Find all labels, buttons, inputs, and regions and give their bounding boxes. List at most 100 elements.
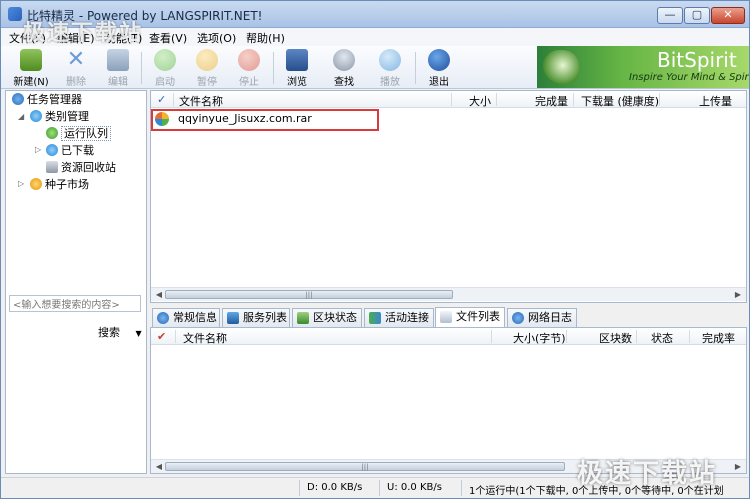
search-label: 搜索 — [98, 326, 120, 339]
stop-label: 停止 — [239, 77, 259, 88]
start-label: 启动 — [155, 77, 175, 88]
tab-label: 文件列表 — [456, 310, 500, 323]
col-downloaded[interactable]: 下载量 (健康度) — [581, 93, 659, 109]
col-block-count[interactable]: 区块数 — [599, 330, 632, 346]
checkmark-icon[interactable]: ✓ — [157, 93, 166, 106]
status-separator — [379, 480, 380, 496]
tree-item-downloaded[interactable]: 已下载 — [46, 142, 94, 159]
search-input[interactable]: <输入想要搜索的内容> — [9, 295, 141, 312]
tab-block-status[interactable]: 区块状态 — [292, 308, 362, 327]
menu-help[interactable]: 帮助(H) — [246, 30, 285, 46]
column-separator — [636, 330, 637, 343]
tab-file-list[interactable]: 文件列表 — [435, 307, 505, 328]
toolbar-separator — [415, 52, 416, 84]
monitor-icon — [286, 49, 308, 71]
browse-button[interactable]: 浏览 — [277, 48, 317, 88]
stop-button[interactable]: 停止 — [229, 48, 269, 88]
collapse-arrow-icon[interactable]: ◢ — [18, 112, 24, 121]
info-icon — [157, 312, 169, 324]
task-list-header: ✓ 文件名称 大小 完成量 下载量 (健康度) 上传量 — [151, 91, 746, 108]
tree-item-category[interactable]: 类别管理 — [30, 108, 89, 125]
tab-general-info[interactable]: 常规信息 — [152, 308, 220, 327]
log-info-icon — [512, 312, 524, 324]
banner-title: BitSpirit — [657, 48, 737, 72]
bitspirit-logo-icon — [543, 50, 579, 84]
column-separator — [173, 93, 174, 106]
seed-market-icon — [30, 178, 42, 190]
tree-item-running-queue[interactable]: 运行队列 — [46, 125, 111, 142]
scroll-right-icon[interactable]: ▶ — [732, 289, 744, 300]
scroll-right-icon[interactable]: ▶ — [732, 461, 744, 472]
toolbar-separator — [273, 52, 274, 84]
tab-server-list[interactable]: 服务列表 — [222, 308, 290, 327]
status-separator — [461, 480, 462, 496]
edit-button[interactable]: 编辑 — [98, 48, 138, 88]
maximize-button[interactable]: ▢ — [684, 7, 710, 24]
status-separator — [299, 480, 300, 496]
col-size-bytes[interactable]: 大小(字节) — [513, 330, 566, 346]
col-completion[interactable]: 完成率 — [702, 330, 735, 346]
column-separator — [496, 93, 497, 106]
col-status[interactable]: 状态 — [651, 330, 673, 346]
col-completed[interactable]: 完成量 — [535, 93, 568, 109]
col-filename[interactable]: 文件名称 — [179, 93, 223, 109]
download-speed: D: 0.0 KB/s — [307, 482, 363, 493]
pause-label: 暂停 — [197, 77, 217, 88]
search-bulb-icon — [333, 49, 355, 71]
file-list: ✔ 文件名称 大小(字节) 区块数 状态 完成率 ◀ ||| ▶ — [150, 327, 747, 474]
watermark-top: 极速下载站 — [23, 21, 144, 46]
highlight-annotation — [151, 109, 379, 131]
column-separator — [491, 330, 492, 343]
exit-label: 退出 — [429, 77, 449, 88]
search-button[interactable]: 搜索 ▼ — [98, 324, 142, 340]
tree-item-recycle-bin[interactable]: 资源回收站 — [46, 159, 116, 176]
file-flag-icon[interactable]: ✔ — [157, 330, 166, 343]
menu-options[interactable]: 选项(O) — [197, 30, 236, 46]
bitspirit-banner[interactable]: BitSpirit Inspire Your Mind & Spirit — [537, 46, 749, 88]
tree-label: 任务管理器 — [27, 93, 82, 106]
pause-button[interactable]: 暂停 — [187, 48, 227, 88]
tab-active-connections[interactable]: 活动连接 — [364, 308, 434, 327]
globe-play-icon — [379, 49, 401, 71]
play-green-icon — [154, 49, 176, 71]
delete-label: 删除 — [66, 77, 86, 88]
tab-label: 常规信息 — [173, 311, 217, 324]
tab-network-log[interactable]: 网络日志 — [507, 308, 577, 327]
tree-label: 类别管理 — [45, 110, 89, 123]
downloaded-icon — [46, 144, 58, 156]
play-button[interactable]: 播放 — [370, 48, 410, 88]
close-button[interactable]: ✕ — [711, 7, 745, 24]
delete-button[interactable]: ✕ 删除 — [56, 48, 96, 89]
column-separator — [689, 330, 690, 343]
scroll-thumb[interactable]: ||| — [165, 462, 565, 471]
find-button[interactable]: 查找 — [324, 48, 364, 88]
scroll-left-icon[interactable]: ◀ — [153, 289, 165, 300]
col-size[interactable]: 大小 — [469, 93, 491, 109]
col-uploaded[interactable]: 上传量 — [699, 93, 732, 109]
file-list-icon — [440, 311, 452, 323]
tree-item-seed-market[interactable]: 种子市场 — [30, 176, 89, 193]
column-separator — [451, 93, 452, 106]
watermark-bottom: 极速下载站 — [577, 459, 718, 489]
expand-arrow-icon[interactable]: ▷ — [18, 179, 24, 188]
col-filename[interactable]: 文件名称 — [183, 330, 227, 346]
tree-item-task-manager[interactable]: 任务管理器 — [12, 91, 82, 108]
start-button[interactable]: 启动 — [145, 48, 185, 88]
menu-view[interactable]: 查看(V) — [149, 30, 187, 46]
tab-label: 活动连接 — [385, 311, 429, 324]
exit-button[interactable]: 退出 — [419, 48, 459, 88]
new-task-icon — [20, 49, 42, 71]
app-window: 比特精灵 - Powered by LANGSPIRIT.NET! — ▢ ✕ … — [0, 0, 750, 499]
task-list-horizontal-scrollbar[interactable]: ◀ ||| ▶ — [151, 287, 746, 301]
task-list: ✓ 文件名称 大小 完成量 下载量 (健康度) 上传量 qqyinyue_Jis… — [150, 90, 747, 303]
file-list-header: ✔ 文件名称 大小(字节) 区块数 状态 完成率 — [151, 328, 746, 345]
expand-arrow-icon[interactable]: ▷ — [35, 145, 41, 154]
scroll-left-icon[interactable]: ◀ — [153, 461, 165, 472]
scroll-thumb[interactable]: ||| — [165, 290, 453, 299]
tree-label: 资源回收站 — [61, 161, 116, 174]
find-label: 查找 — [334, 77, 354, 88]
block-icon — [297, 312, 309, 324]
new-button[interactable]: 新建(N) — [11, 48, 51, 88]
toolbar: 新建(N) ✕ 删除 编辑 启动 暂停 停止 浏览 查找 播放 退出 BitSp… — [1, 46, 749, 89]
minimize-button[interactable]: — — [657, 7, 683, 24]
